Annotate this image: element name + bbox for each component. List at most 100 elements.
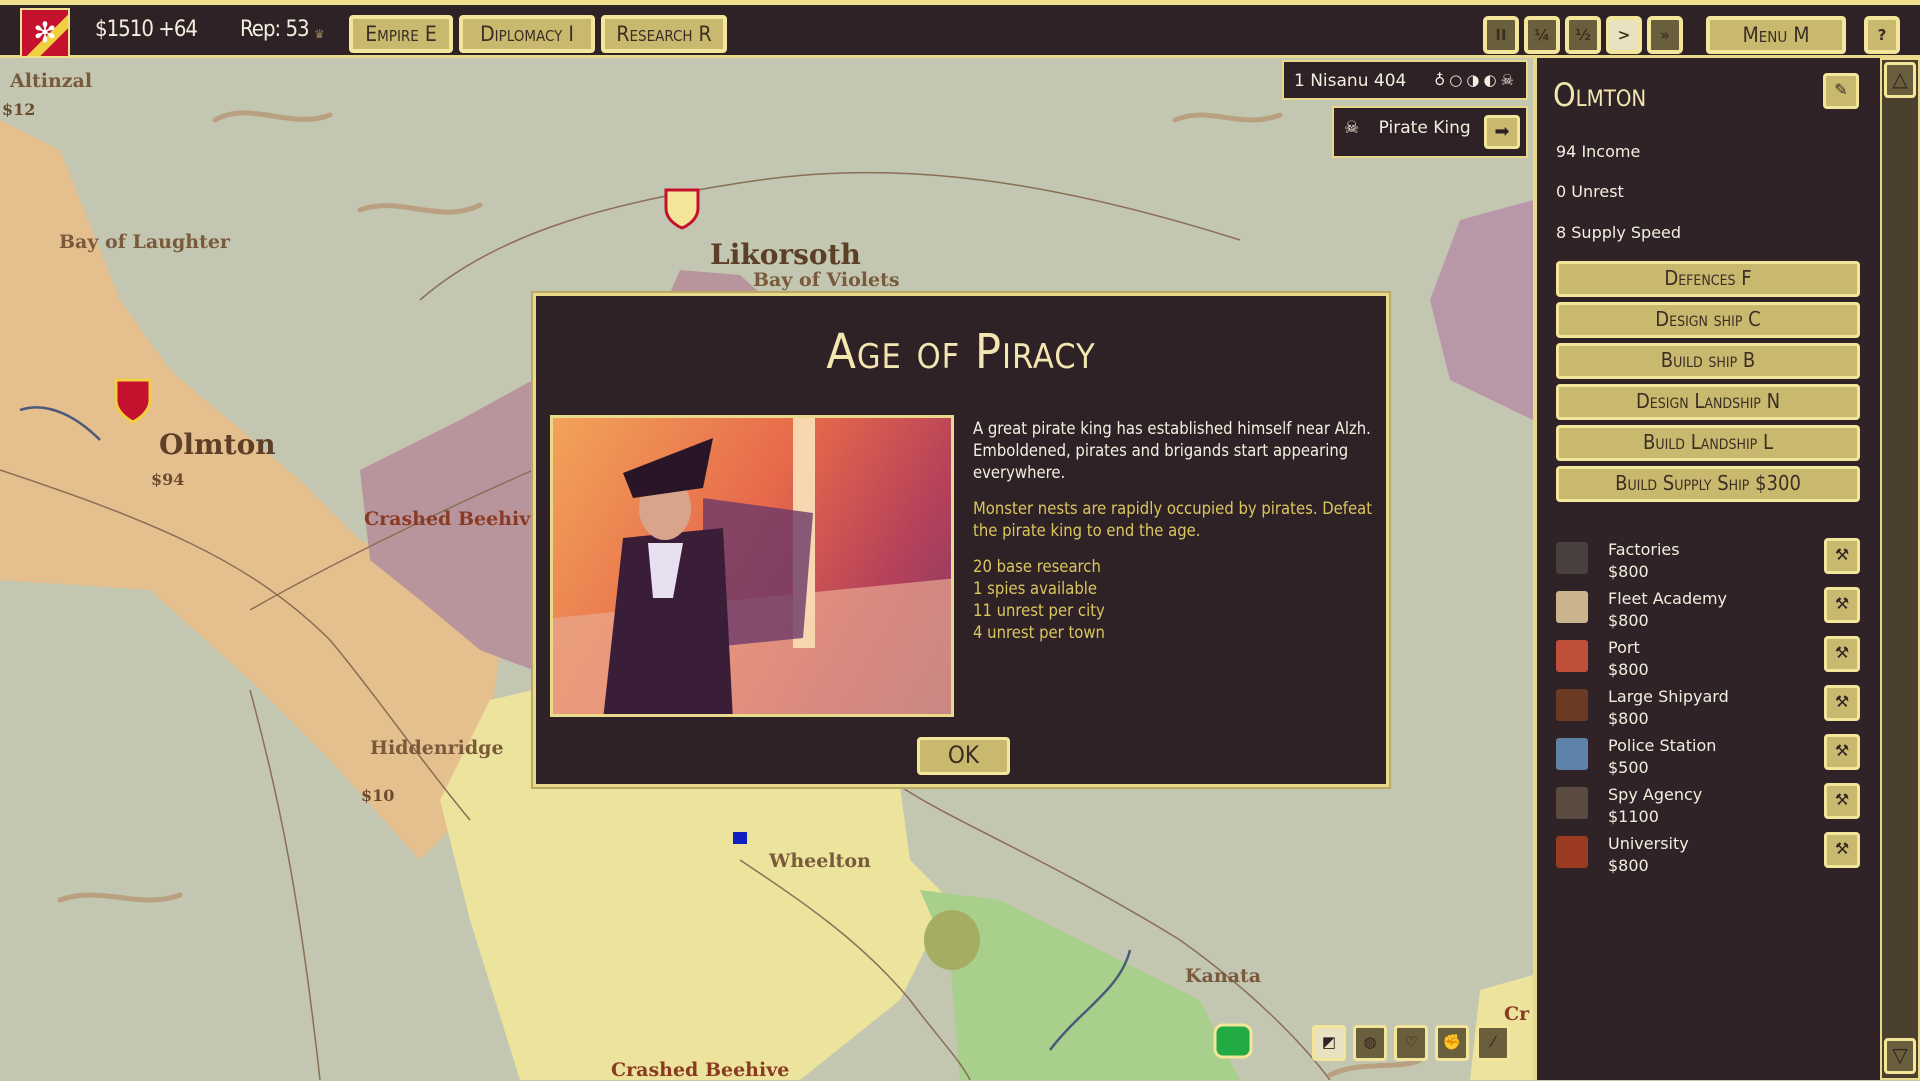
pirate-king-illustration: [550, 415, 954, 717]
building-cost: $800: [1608, 562, 1649, 581]
pause-button[interactable]: II: [1483, 16, 1519, 54]
map-label-income: $12: [2, 100, 36, 119]
speed-fast-button[interactable]: »: [1647, 16, 1683, 54]
building-name: Police Station: [1608, 736, 1717, 755]
build-hammer-button[interactable]: ⚒: [1824, 832, 1860, 868]
income-stat: 94 Income: [1556, 142, 1641, 161]
scroll-down-button[interactable]: ▽: [1884, 1038, 1916, 1074]
building-row: Port $800 ⚒: [1556, 636, 1860, 682]
crown-icon: ♛: [314, 27, 325, 41]
map-label[interactable]: Bay of Laughter: [59, 231, 230, 253]
design-landship-button[interactable]: Design Landship N: [1556, 384, 1860, 420]
dialog-effect: Monster nests are rapidly occupied by pi…: [973, 499, 1373, 540]
dialog-stat: 20 base research: [973, 557, 1101, 576]
map-label[interactable]: Hiddenridge: [370, 737, 504, 759]
skull-icon: ☠: [1344, 118, 1360, 138]
map-label-city[interactable]: Olmton: [159, 428, 276, 461]
scroll-up-button[interactable]: △: [1884, 62, 1916, 98]
build-hammer-button[interactable]: ⚒: [1824, 636, 1860, 672]
faction-flag-icon[interactable]: ✻: [20, 8, 70, 58]
reputation-display: Rep: 53: [240, 17, 310, 42]
rename-pencil-button[interactable]: ✎: [1823, 73, 1859, 109]
dialog-title: Age of Piracy: [826, 324, 1096, 380]
build-hammer-button[interactable]: ⚒: [1824, 685, 1860, 721]
map-label[interactable]: Altinzal: [10, 70, 92, 92]
build-supply-ship-button[interactable]: Build Supply Ship $300: [1556, 466, 1860, 502]
unit-marker[interactable]: [733, 832, 747, 844]
dialog-stat: 1 spies available: [973, 579, 1098, 598]
map-label[interactable]: Cr: [1504, 1003, 1529, 1025]
ok-button[interactable]: OK: [917, 737, 1010, 775]
map-icon: [1556, 591, 1588, 623]
building-cost: $800: [1608, 611, 1649, 630]
speed-half-button[interactable]: ½: [1565, 16, 1601, 54]
building-name: Port: [1608, 638, 1640, 657]
city-title: Olmton: [1553, 76, 1647, 114]
build-hammer-button[interactable]: ⚒: [1824, 587, 1860, 623]
building-row: Large Shipyard $800 ⚒: [1556, 685, 1860, 731]
building-row: University $800 ⚒: [1556, 832, 1860, 878]
building-row: Fleet Academy $800 ⚒: [1556, 587, 1860, 633]
building-name: Spy Agency: [1608, 785, 1703, 804]
building-row: Spy Agency $1100 ⚒: [1556, 783, 1860, 829]
build-hammer-button[interactable]: ⚒: [1824, 734, 1860, 770]
unrest-stat: 0 Unrest: [1556, 182, 1624, 201]
build-ship-button[interactable]: Build ship B: [1556, 343, 1860, 379]
help-book-icon[interactable]: ?: [1864, 16, 1900, 54]
forest-icon: [924, 910, 980, 970]
map-mode-routes-button[interactable]: ⁄: [1476, 1025, 1510, 1061]
shield-star-icon: [1556, 738, 1588, 770]
building-row: Police Station $500 ⚒: [1556, 734, 1860, 780]
go-to-arrow-button[interactable]: ➡: [1484, 115, 1520, 149]
building-name: Fleet Academy: [1608, 589, 1728, 608]
kanata-shield-icon[interactable]: [1213, 1023, 1253, 1059]
map-label[interactable]: Kanata: [1185, 965, 1261, 987]
building-cost: $800: [1608, 660, 1649, 679]
crossed-daggers-icon: [1556, 787, 1588, 819]
money-display: $1510 +64: [95, 17, 198, 42]
building-cost: $800: [1608, 709, 1649, 728]
map-label-income: $10: [361, 786, 395, 805]
building-name: Large Shipyard: [1608, 687, 1729, 706]
map-mode-diplomacy-button[interactable]: ♡: [1394, 1025, 1428, 1061]
empire-button[interactable]: Empire E: [349, 15, 453, 53]
defences-button[interactable]: Defences F: [1556, 261, 1860, 297]
build-hammer-button[interactable]: ⚒: [1824, 783, 1860, 819]
factory-icon: [1556, 542, 1588, 574]
map-label[interactable]: Wheelton: [769, 850, 871, 872]
event-dialog: Age of Piracy A great pirate king has es…: [533, 293, 1389, 787]
supply-speed-stat: 8 Supply Speed: [1556, 223, 1682, 242]
date-text: 1 Nisanu 404: [1294, 71, 1407, 91]
map-label-income: $94: [151, 470, 185, 489]
university-icon: [1556, 836, 1588, 868]
map-label-city[interactable]: Likorsoth: [710, 238, 861, 271]
moon-phase-icons: ♁○◑◐☠: [1434, 71, 1518, 89]
building-cost: $1100: [1608, 807, 1659, 826]
build-hammer-button[interactable]: ⚒: [1824, 538, 1860, 574]
build-landship-button[interactable]: Build Landship L: [1556, 425, 1860, 461]
design-ship-button[interactable]: Design ship C: [1556, 302, 1860, 338]
speed-normal-button[interactable]: >: [1606, 16, 1642, 54]
building-name: University: [1608, 834, 1689, 853]
lighthouse-icon: [1556, 640, 1588, 672]
scrollbar[interactable]: △ ▽: [1880, 58, 1920, 1080]
map-mode-terrain-button[interactable]: ◩: [1312, 1025, 1346, 1061]
menu-button[interactable]: Menu M: [1706, 16, 1846, 54]
map-mode-fist-button[interactable]: ✊: [1435, 1025, 1469, 1061]
city-panel: Olmton ✎ 94 Income 0 Unrest 8 Supply Spe…: [1533, 58, 1920, 1080]
map-label[interactable]: Crashed Beehive: [364, 508, 542, 530]
map-mode-globe-button[interactable]: ◍: [1353, 1025, 1387, 1061]
pirate-king-alert[interactable]: ☠ Pirate King ➡: [1332, 106, 1528, 158]
top-bar: ✻ $1510 +64 Rep: 53 ♛ Empire E Diplomacy…: [0, 0, 1920, 58]
diplomacy-button[interactable]: Diplomacy I: [459, 15, 595, 53]
alert-label: Pirate King: [1378, 118, 1471, 138]
speed-quarter-button[interactable]: ¼: [1524, 16, 1560, 54]
likorsoth-shield-icon[interactable]: [664, 188, 700, 230]
dialog-stat: 4 unrest per town: [973, 623, 1105, 642]
research-button[interactable]: Research R: [601, 15, 727, 53]
building-cost: $800: [1608, 856, 1649, 875]
map-label[interactable]: Crashed Beehive: [611, 1059, 789, 1081]
map-label[interactable]: Bay of Violets: [753, 269, 900, 291]
dialog-description: A great pirate king has established hims…: [973, 419, 1371, 482]
shipyard-icon: [1556, 689, 1588, 721]
